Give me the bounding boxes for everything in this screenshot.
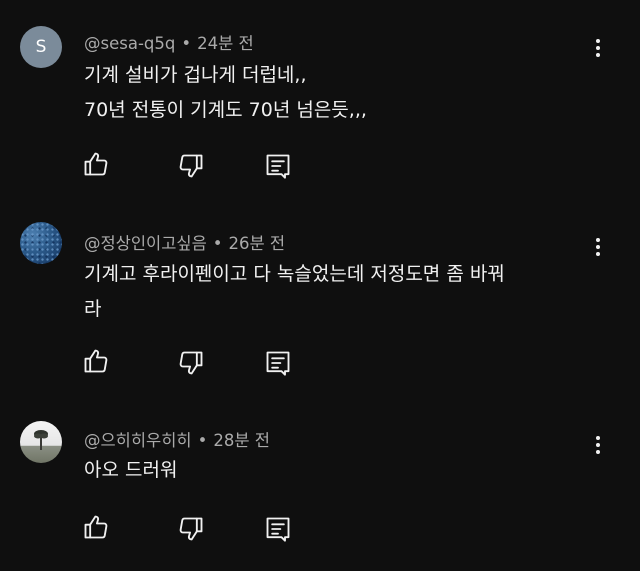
thumbs-down-icon[interactable] bbox=[177, 349, 205, 377]
thumbs-down-icon[interactable] bbox=[177, 152, 205, 180]
comment-text-line: 라 bbox=[84, 298, 102, 320]
comment-time[interactable]: 28분 전 bbox=[213, 431, 270, 450]
comment-meta: @으히히우히히 • 28분 전 bbox=[84, 427, 270, 451]
comment-time[interactable]: 24분 전 bbox=[197, 34, 254, 53]
comment-text: 기계 설비가 겁나게 더럽네,, 70년 전통이 기계도 70년 넘은듯,,, bbox=[84, 58, 367, 128]
comment-meta: @정상인이고싶음 • 26분 전 bbox=[84, 230, 285, 254]
meta-separator: • bbox=[181, 34, 192, 53]
tree-icon bbox=[34, 430, 48, 450]
reply-icon[interactable] bbox=[264, 349, 292, 377]
comment-text-line: 70년 전통이 기계도 70년 넘은듯,,, bbox=[84, 99, 367, 121]
comment-text-line: 기계고 후라이펜이고 다 녹슬었는데 저정도면 좀 바꿔 bbox=[84, 263, 505, 285]
comment-text: 아오 드러워 bbox=[84, 453, 177, 488]
comment-text-line: 아오 드러워 bbox=[84, 459, 178, 481]
comment-meta: @sesa-q5q • 24분 전 bbox=[84, 30, 254, 54]
avatar[interactable] bbox=[20, 421, 62, 463]
reply-icon[interactable] bbox=[264, 152, 292, 180]
avatar[interactable]: S bbox=[20, 26, 62, 68]
thumbs-up-icon[interactable] bbox=[82, 150, 110, 178]
comment: S @sesa-q5q • 24분 전 기계 설비가 겁나게 더럽네,, 70년 전… bbox=[0, 0, 640, 195]
thumbs-down-icon[interactable] bbox=[177, 515, 205, 543]
author-name[interactable]: @정상인이고싶음 bbox=[84, 234, 207, 253]
comment-text-line: 기계 설비가 겁나게 더럽네,, bbox=[84, 64, 307, 86]
thumbs-up-icon[interactable] bbox=[82, 347, 110, 375]
author-name[interactable]: @sesa-q5q bbox=[84, 34, 175, 53]
avatar[interactable] bbox=[20, 222, 62, 264]
comment: @정상인이고싶음 • 26분 전 기계고 후라이펜이고 다 녹슬었는데 저정도면 좀… bbox=[0, 195, 640, 393]
comment-time[interactable]: 26분 전 bbox=[229, 234, 286, 253]
more-vert-icon[interactable] bbox=[586, 36, 610, 60]
reply-icon[interactable] bbox=[264, 515, 292, 543]
meta-separator: • bbox=[197, 431, 208, 450]
thumbs-up-icon[interactable] bbox=[82, 513, 110, 541]
comment: @으히히우히히 • 28분 전 아오 드러워 bbox=[0, 393, 640, 571]
comment-text: 기계고 후라이펜이고 다 녹슬었는데 저정도면 좀 바꿔 라 bbox=[84, 257, 505, 327]
more-vert-icon[interactable] bbox=[586, 433, 610, 457]
more-vert-icon[interactable] bbox=[586, 235, 610, 259]
meta-separator: • bbox=[212, 234, 223, 253]
author-name[interactable]: @으히히우히히 bbox=[84, 431, 192, 450]
